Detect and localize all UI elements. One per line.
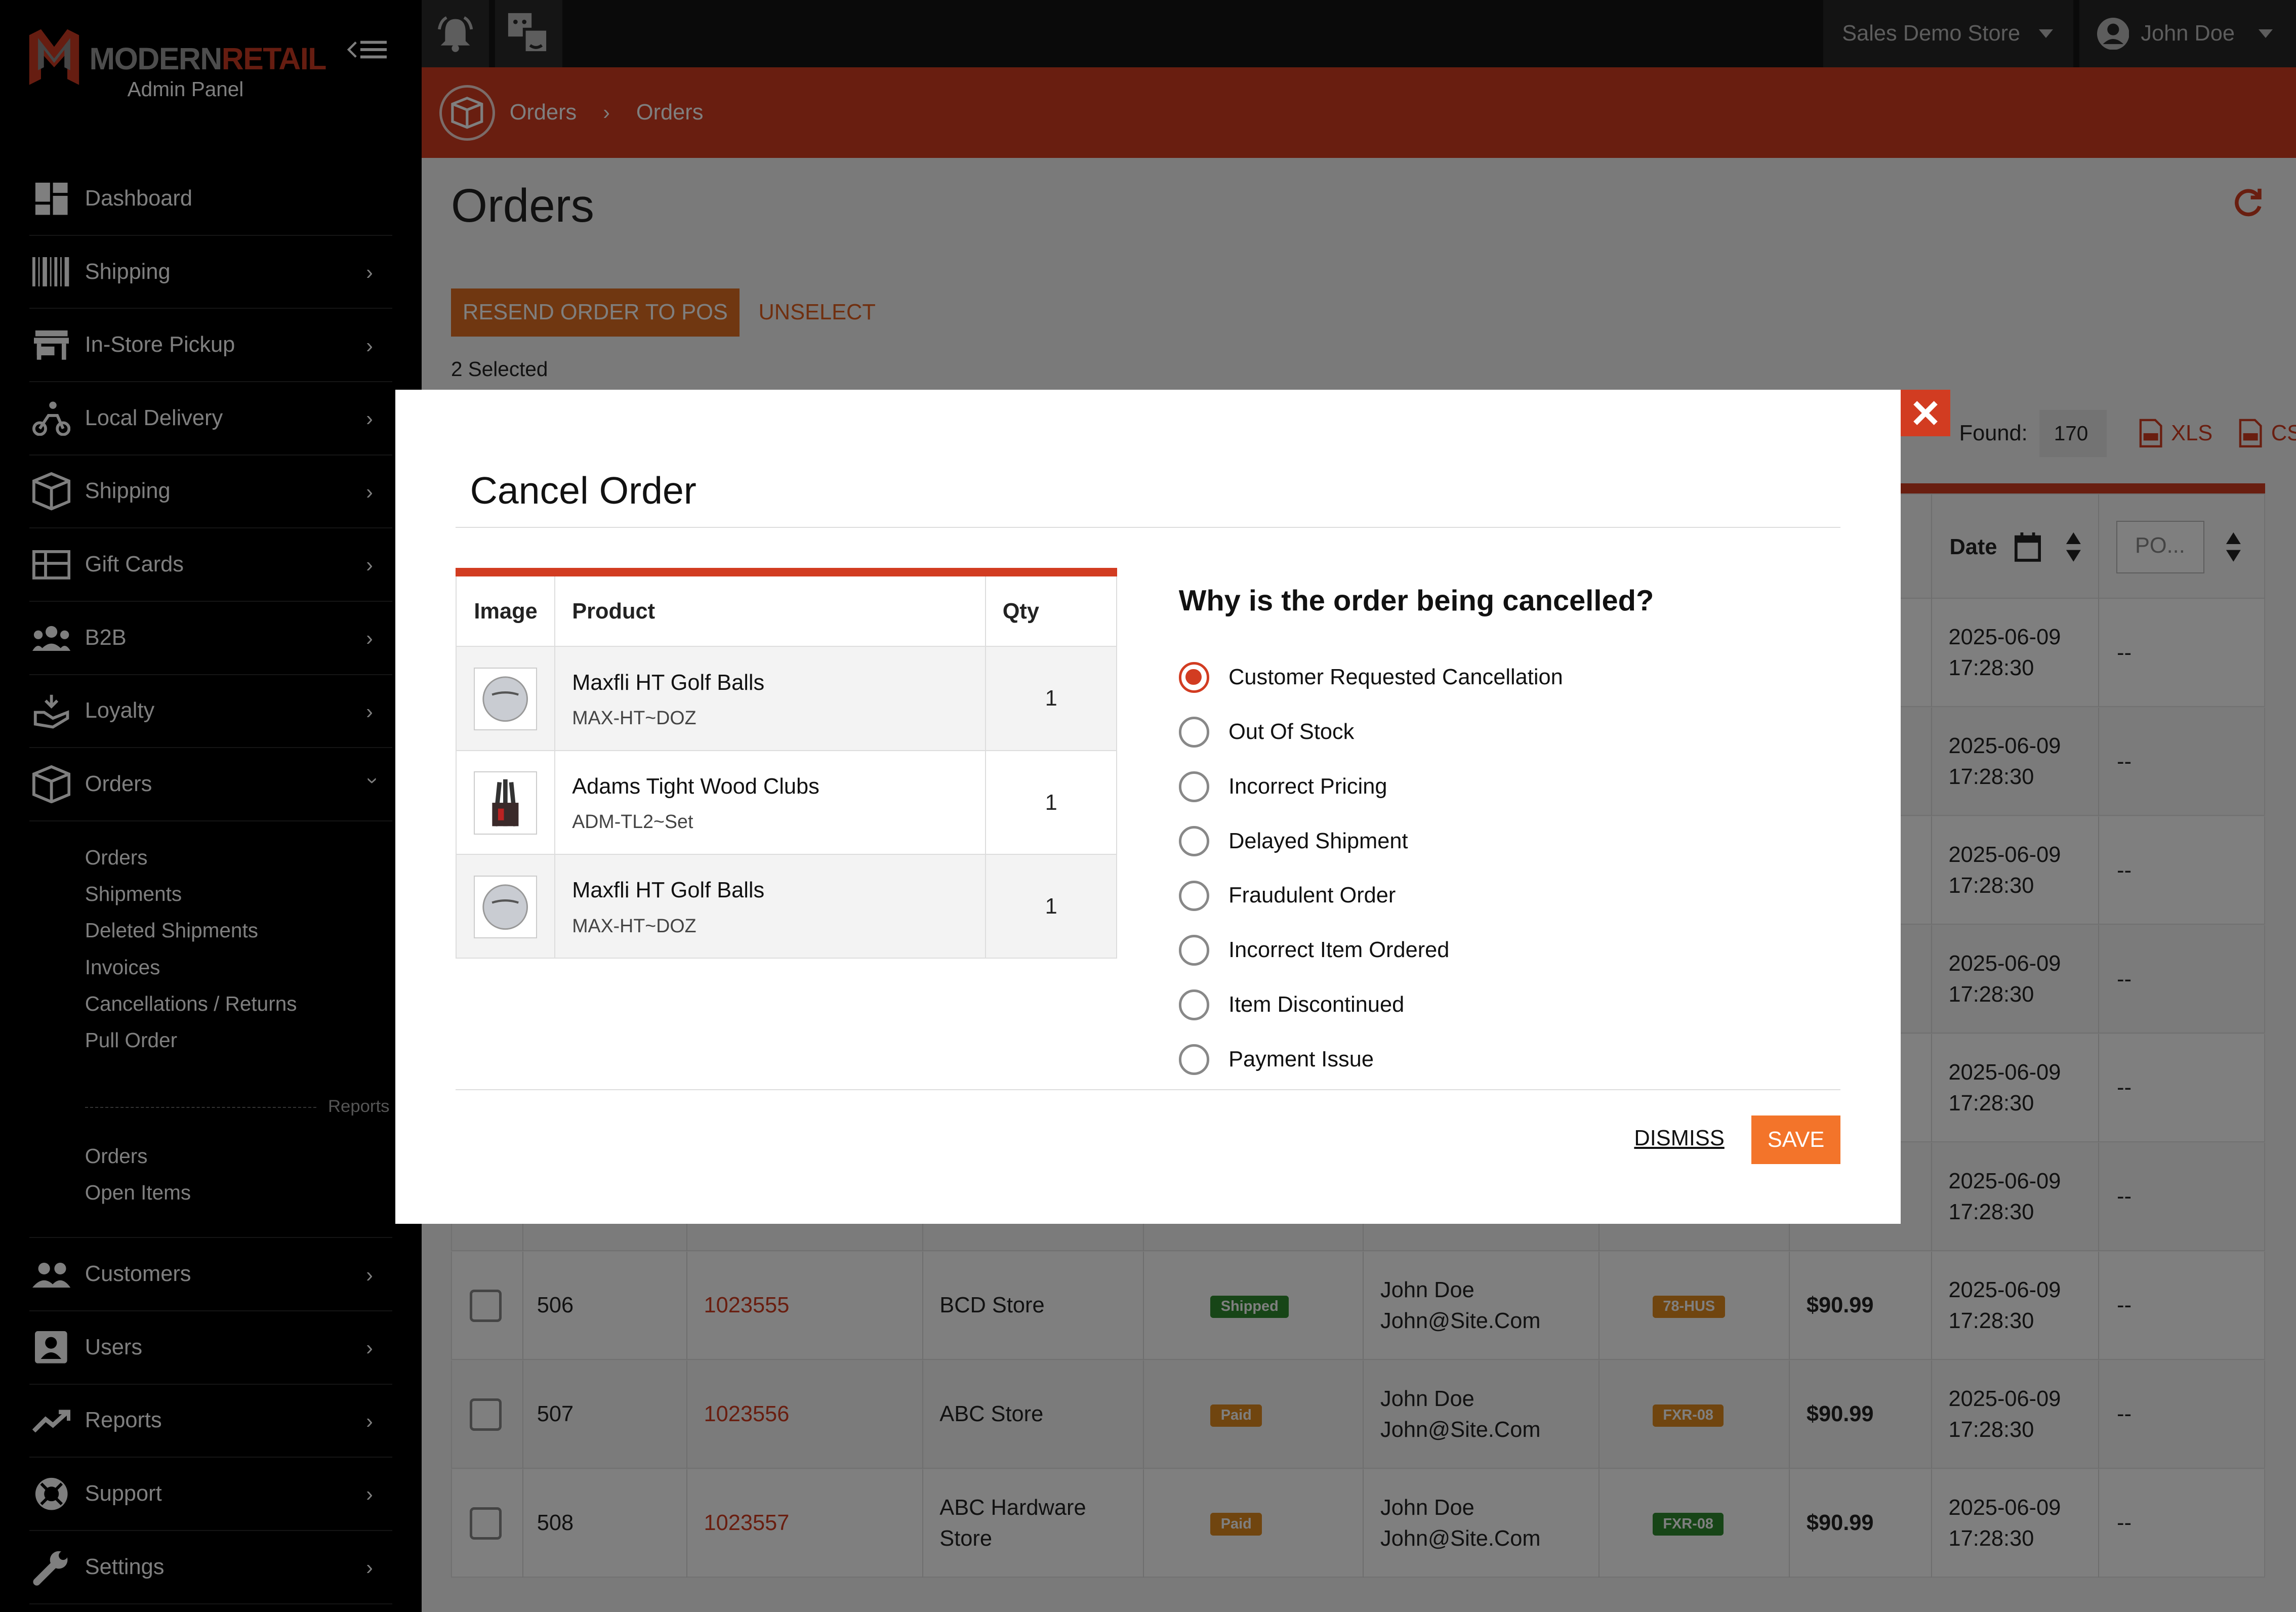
column-header-product: Product [572, 599, 655, 624]
column-header-image: Image [474, 599, 538, 624]
reason-option[interactable]: Customer Requested Cancellation [1178, 650, 1563, 705]
product-sku: ADM-TL2~Set [572, 811, 693, 833]
column-header-qty: Qty [1002, 599, 1039, 624]
product-qty: 1 [1045, 894, 1057, 919]
radio-icon[interactable] [1178, 880, 1210, 912]
reason-option[interactable]: Incorrect Item Ordered [1178, 923, 1563, 978]
product-row: Adams Tight Wood Clubs ADM-TL2~Set 1 [455, 751, 1118, 855]
reason-option[interactable]: Incorrect Pricing [1178, 759, 1563, 814]
golf-ball-icon [474, 875, 537, 938]
product-row: Maxfli HT Golf Balls MAX-HT~DOZ 1 [455, 647, 1118, 751]
radio-icon[interactable] [1178, 935, 1210, 966]
divider [455, 1089, 1841, 1090]
reason-option[interactable]: Fraudulent Order [1178, 869, 1563, 923]
reason-option[interactable]: Out Of Stock [1178, 705, 1563, 759]
save-button[interactable]: SAVE [1751, 1115, 1841, 1164]
product-sku: MAX-HT~DOZ [572, 915, 696, 936]
product-name: Maxfli HT Golf Balls [572, 670, 765, 695]
product-sku: MAX-HT~DOZ [572, 707, 696, 728]
golf-clubs-icon [474, 771, 537, 835]
dismiss-button[interactable]: DISMISS [1634, 1126, 1724, 1151]
product-row: Maxfli HT Golf Balls MAX-HT~DOZ 1 [455, 855, 1118, 959]
reason-option[interactable]: Payment Issue [1178, 1032, 1563, 1087]
cancel-reason-group: Customer Requested Cancellation Out Of S… [1178, 650, 1563, 1087]
reason-option[interactable]: Item Discontinued [1178, 978, 1563, 1032]
product-qty: 1 [1045, 686, 1057, 711]
modal-title: Cancel Order [470, 469, 696, 512]
radio-selected-icon[interactable] [1178, 662, 1210, 693]
radio-icon[interactable] [1178, 1044, 1210, 1075]
products-table: Image Product Qty Maxfli HT Golf Balls M… [455, 568, 1118, 959]
radio-icon[interactable] [1178, 771, 1210, 802]
radio-icon[interactable] [1178, 989, 1210, 1021]
product-qty: 1 [1045, 790, 1057, 815]
cancel-reason-question: Why is the order being cancelled? [1178, 585, 1654, 617]
cancel-order-modal: Cancel Order Image Product Qty Maxfli HT… [395, 389, 1901, 1224]
close-icon[interactable] [1900, 389, 1951, 437]
product-name: Maxfli HT Golf Balls [572, 878, 765, 903]
radio-icon[interactable] [1178, 825, 1210, 857]
divider [455, 527, 1841, 528]
product-name: Adams Tight Wood Clubs [572, 774, 819, 799]
products-table-header: Image Product Qty [455, 576, 1118, 647]
radio-icon[interactable] [1178, 716, 1210, 748]
golf-ball-icon [474, 667, 537, 731]
reason-option[interactable]: Delayed Shipment [1178, 814, 1563, 869]
